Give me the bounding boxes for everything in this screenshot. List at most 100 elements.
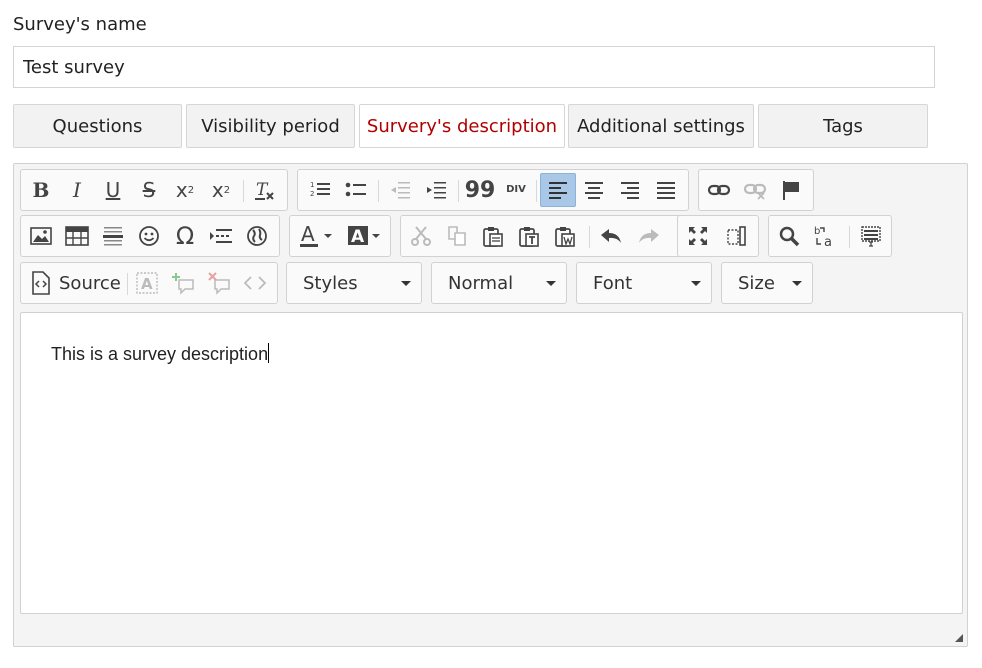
find-icon[interactable] [773,220,805,252]
underline-icon[interactable]: U [97,174,129,206]
tab-additional-settings[interactable]: Additional settings [568,104,754,148]
justify-icon[interactable] [650,174,682,206]
page-break-icon[interactable] [205,220,237,252]
code-tag-icon[interactable] [239,267,271,299]
paste-word-icon[interactable] [549,220,581,252]
survey-name-input[interactable] [13,46,935,88]
format-label: Normal [448,272,514,294]
toolbar-separator [458,180,459,202]
rich-text-editor: B I U S x2 x2 T 12 99 DIV Ω A A b a Sour… [13,163,968,647]
image-icon[interactable] [25,220,57,252]
paste-icon[interactable] [477,220,509,252]
tab-visibility-period[interactable]: Visibility period [186,104,355,148]
underline-glyph: U [105,178,121,202]
special-char-icon[interactable]: Ω [169,220,201,252]
bulleted-list-icon[interactable] [340,174,372,206]
chevron-down-icon [401,281,411,286]
toolbar-separator [378,180,379,202]
size-dropdown[interactable]: Size [721,262,813,304]
italic-icon[interactable]: I [61,174,93,206]
smiley-icon[interactable] [133,220,165,252]
survey-name-label: Survey's name [13,14,147,35]
horizontal-line-icon[interactable] [97,220,129,252]
tab-label: Questions [52,115,143,137]
quote-glyph: 99 [464,177,496,203]
editor-text: This is a survey description [51,344,269,364]
styles-label: Styles [303,272,358,294]
toolbar-separator [849,226,850,248]
replace-icon[interactable]: ba [809,220,841,252]
align-center-icon[interactable] [578,174,610,206]
iframe-globe-icon[interactable] [241,220,273,252]
source-button[interactable]: Source [25,267,123,299]
subscript-icon[interactable]: x2 [169,174,201,206]
size-label: Size [738,272,775,294]
resize-handle-icon[interactable] [955,634,963,642]
tab-label: Additional settings [577,115,745,137]
sub-glyph: x [175,178,188,202]
svg-text:2: 2 [310,190,314,198]
svg-text:1: 1 [310,181,314,189]
undo-icon[interactable] [595,220,627,252]
bold-glyph: B [32,178,50,202]
svg-text:T: T [256,180,269,200]
maximize-icon[interactable] [682,220,714,252]
superscript-icon[interactable]: x2 [205,174,237,206]
toolbar-group-links [698,169,814,211]
add-comment-icon[interactable] [167,267,199,299]
paste-text-icon[interactable] [513,220,545,252]
font-dropdown[interactable]: Font [576,262,712,304]
font-label: Font [593,272,633,294]
numbered-list-icon[interactable]: 12 [304,174,336,206]
cut-icon[interactable] [405,220,437,252]
show-blocks-icon[interactable] [720,220,752,252]
sup-glyph: x [211,178,224,202]
link-icon[interactable] [703,174,735,206]
select-all-icon[interactable] [855,220,887,252]
tab-questions[interactable]: Questions [13,104,182,148]
svg-text:A: A [351,227,365,247]
toolbar-group-find: ba [768,215,892,257]
text-cursor [268,343,270,363]
tab-label: Survery's description [366,115,558,137]
outdent-icon[interactable] [384,174,416,206]
chevron-down-icon [546,281,556,286]
svg-text:A: A [141,275,153,293]
unlink-icon[interactable] [739,174,771,206]
toolbar-group-colors: A A [289,215,391,257]
toolbar-group-basic-styles: B I U S x2 x2 T [20,169,288,211]
align-left-icon[interactable] [540,173,576,207]
toolbar-group-insert: Ω [20,215,280,257]
tab-label: Tags [823,115,863,137]
strikethrough-icon[interactable]: S [133,174,165,206]
toolbar-separator [127,273,128,295]
copy-icon[interactable] [441,220,473,252]
toolbar-group-tools [677,215,759,257]
toolbar-separator [589,226,590,248]
align-right-icon[interactable] [614,174,646,206]
anchor-flag-icon[interactable] [775,174,807,206]
indent-icon[interactable] [420,174,452,206]
tab-survey-description[interactable]: Survery's description [359,104,565,148]
italic-glyph: I [73,178,81,202]
svg-text:A: A [301,223,315,246]
div-container-icon[interactable]: DIV [500,174,532,206]
background-color-icon[interactable]: A [344,220,388,252]
bold-icon[interactable]: B [25,174,57,206]
tab-tags[interactable]: Tags [758,104,928,148]
chevron-down-icon [691,281,701,286]
strike-glyph: S [142,178,156,202]
table-icon[interactable] [61,220,93,252]
blockquote-icon[interactable]: 99 [464,174,496,206]
redo-icon[interactable] [633,220,665,252]
text-color-icon[interactable]: A [296,220,340,252]
format-dropdown[interactable]: Normal [431,262,567,304]
styles-dropdown[interactable]: Styles [286,262,422,304]
svg-text:a: a [824,235,832,248]
sub-small: 2 [187,184,195,196]
remove-comment-icon[interactable] [203,267,235,299]
editor-content-area[interactable]: This is a survey description [20,312,963,614]
remove-format-icon[interactable]: T [249,174,281,206]
sup-small: 2 [223,184,231,196]
form-textfield-icon[interactable]: A [131,267,163,299]
